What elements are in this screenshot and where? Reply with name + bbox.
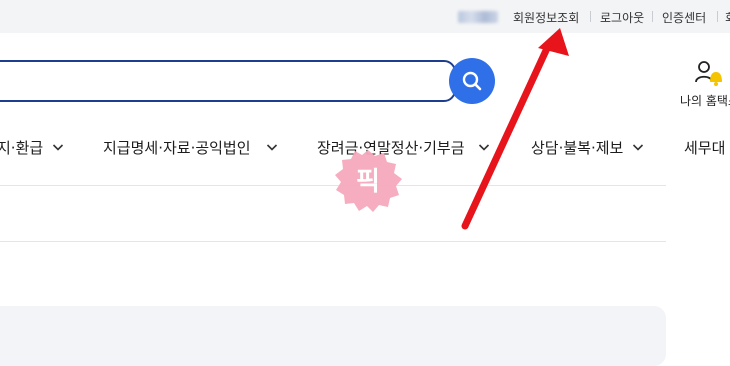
red-arrow-annotation [461, 28, 569, 230]
